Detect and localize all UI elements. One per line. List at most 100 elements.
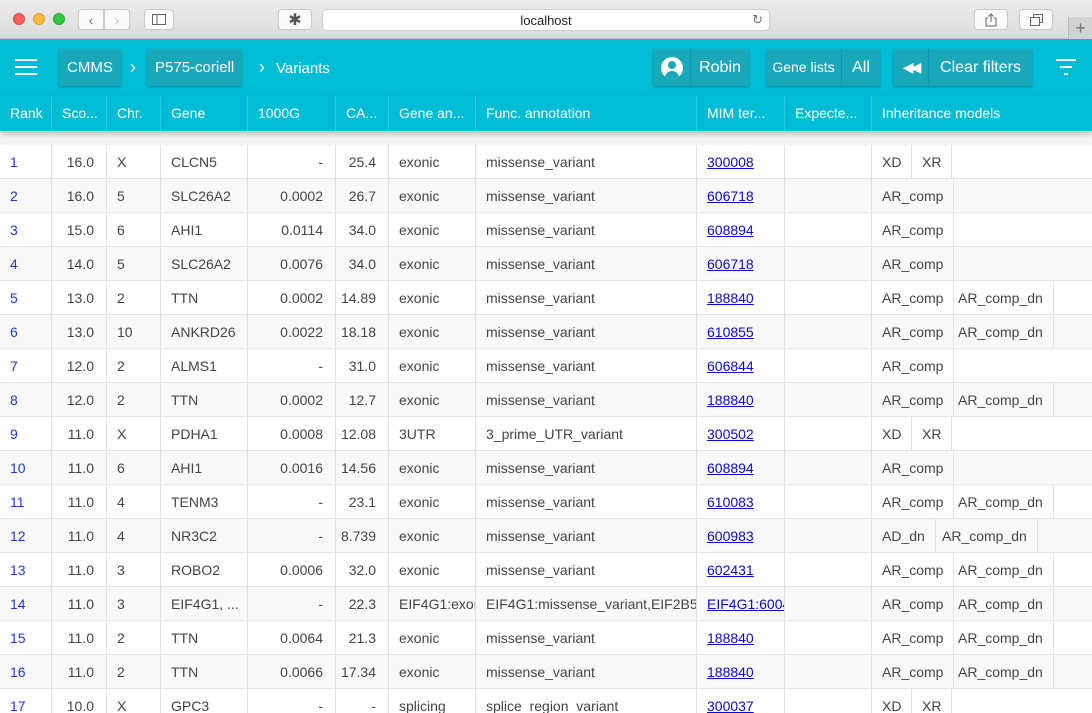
close-window-button[interactable] bbox=[13, 13, 25, 25]
breadcrumb-case[interactable]: P575-coriell bbox=[147, 49, 243, 86]
mim-link[interactable]: 300502 bbox=[707, 426, 754, 442]
chr-cell: X bbox=[107, 145, 161, 179]
gene-annotation-cell: exonic bbox=[389, 281, 476, 315]
column-header-inheritance[interactable]: Inheritance models bbox=[872, 96, 1092, 131]
column-header-rank[interactable]: Rank bbox=[0, 96, 52, 131]
chevron-left-icon: ‹ bbox=[88, 11, 94, 28]
share-button[interactable] bbox=[974, 9, 1008, 30]
mim-link[interactable]: 606718 bbox=[707, 256, 754, 272]
inheritance-cell: AR_comp AR_comp_dn bbox=[872, 485, 1092, 519]
new-tab-button[interactable]: + bbox=[1068, 17, 1092, 39]
chevron-right-icon: › bbox=[114, 11, 120, 28]
rank-cell[interactable]: 15 bbox=[0, 621, 52, 655]
zoom-window-button[interactable] bbox=[53, 13, 65, 25]
mim-link[interactable]: 606718 bbox=[707, 188, 754, 204]
mim-link[interactable]: 608894 bbox=[707, 460, 754, 476]
table-row[interactable]: 6 13.0 10 ANKRD26 0.0022 18.18 exonic missense_… bbox=[0, 315, 1092, 349]
rank-cell[interactable]: 1 bbox=[0, 145, 52, 179]
column-header-expected[interactable]: Expecte... bbox=[785, 96, 872, 131]
mim-link[interactable]: 300037 bbox=[707, 698, 754, 713]
table-row[interactable]: 7 12.0 2 ALMS1-31.0 exonic missense_variant 60… bbox=[0, 349, 1092, 383]
inheritance-model-tag: AR_comp bbox=[872, 315, 955, 349]
menu-icon[interactable] bbox=[12, 55, 40, 79]
frequency-1000g-cell: 0.0114 bbox=[248, 213, 336, 247]
column-header-chr[interactable]: Chr. bbox=[107, 96, 161, 131]
rank-cell[interactable]: 7 bbox=[0, 349, 52, 383]
inheritance-model-tag: XR bbox=[912, 417, 953, 451]
rank-cell[interactable]: 17 bbox=[0, 689, 52, 713]
column-header-cadd[interactable]: CA... bbox=[336, 96, 389, 131]
cadd-cell: 14.89 bbox=[336, 281, 389, 315]
mim-link[interactable]: 600983 bbox=[707, 528, 754, 544]
filter-icon[interactable] bbox=[1056, 59, 1076, 75]
minimize-window-button[interactable] bbox=[33, 13, 45, 25]
forward-button[interactable]: › bbox=[104, 9, 130, 30]
mim-link[interactable]: 188840 bbox=[707, 392, 754, 408]
table-row[interactable]: 4 14.0 5 SLC26A2 0.0076 34.0 exonic missense_va… bbox=[0, 247, 1092, 281]
table-row[interactable]: 14 11.0 3 EIF4G1, ... -22.3 EIF4G1:exon EIF4G1… bbox=[0, 587, 1092, 621]
tab-overview-button[interactable] bbox=[1019, 9, 1053, 30]
cadd-cell: 34.0 bbox=[336, 247, 389, 281]
table-row[interactable]: 5 13.0 2 TTN 0.0002 14.89 exonic missense_varia… bbox=[0, 281, 1092, 315]
table-row[interactable]: 16 11.0 2 TTN 0.0066 17.34 exonic missense_vari… bbox=[0, 655, 1092, 689]
table-row[interactable]: 1 16.0 X CLCN5-25.4 exonic missense_variant 30… bbox=[0, 145, 1092, 179]
mim-link[interactable]: 188840 bbox=[707, 630, 754, 646]
extension-button[interactable]: ✱ bbox=[278, 9, 312, 30]
table-row[interactable]: 11 11.0 4 TENM3-23.1 exonic missense_variant 6… bbox=[0, 485, 1092, 519]
rank-cell[interactable]: 10 bbox=[0, 451, 52, 485]
mim-link[interactable]: 602431 bbox=[707, 562, 754, 578]
rank-cell[interactable]: 5 bbox=[0, 281, 52, 315]
gene-annotation-cell: exonic bbox=[389, 213, 476, 247]
mim-link[interactable]: 610083 bbox=[707, 494, 754, 510]
rank-cell[interactable]: 6 bbox=[0, 315, 52, 349]
table-row[interactable]: 17 10.0 X GPC3- - splicing splice_region_varia… bbox=[0, 689, 1092, 713]
table-row[interactable]: 12 11.0 4 NR3C2-8.739 exonic missense_variant… bbox=[0, 519, 1092, 553]
rank-cell[interactable]: 9 bbox=[0, 417, 52, 451]
mim-link[interactable]: 188840 bbox=[707, 664, 754, 680]
column-header-1000g[interactable]: 1000G bbox=[248, 96, 336, 131]
mim-link[interactable]: 606844 bbox=[707, 358, 754, 374]
reload-icon[interactable]: ↻ bbox=[752, 12, 763, 28]
inheritance-cell: AR_comp bbox=[872, 451, 1092, 485]
sidebar-toggle-button[interactable] bbox=[144, 9, 174, 30]
rank-cell[interactable]: 8 bbox=[0, 383, 52, 417]
rank-cell[interactable]: 2 bbox=[0, 179, 52, 213]
mim-link[interactable]: 300008 bbox=[707, 154, 754, 170]
breadcrumb-cmms[interactable]: CMMS bbox=[59, 49, 121, 86]
table-row[interactable]: 8 12.0 2 TTN 0.0002 12.7 exonic missense_varian… bbox=[0, 383, 1092, 417]
mim-link[interactable]: EIF4G1:6004 bbox=[707, 596, 784, 612]
table-row[interactable]: 9 11.0 X PDHA1 0.0008 12.08 3UTR 3_prime_UTR_va… bbox=[0, 417, 1092, 451]
mim-link[interactable]: 608894 bbox=[707, 222, 754, 238]
inheritance-model-tag: AR_comp bbox=[872, 213, 955, 247]
column-header-mim-term[interactable]: MIM ter... bbox=[697, 96, 785, 131]
gene-lists-button[interactable]: Gene lists All bbox=[766, 49, 880, 86]
table-row[interactable]: 15 11.0 2 TTN 0.0064 21.3 exonic missense_varia… bbox=[0, 621, 1092, 655]
column-header-func-annotation[interactable]: Func. annotation bbox=[476, 96, 697, 131]
table-row[interactable]: 13 11.0 3 ROBO2 0.0006 32.0 exonic missense_var… bbox=[0, 553, 1092, 587]
func-annotation-cell: missense_variant bbox=[476, 553, 697, 587]
column-header-gene-annotation[interactable]: Gene an... bbox=[389, 96, 476, 131]
inheritance-cell: AR_comp AR_comp_dn bbox=[872, 383, 1092, 417]
rank-cell[interactable]: 4 bbox=[0, 247, 52, 281]
mim-link[interactable]: 188840 bbox=[707, 290, 754, 306]
table-row[interactable]: 2 16.0 5 SLC26A2 0.0002 26.7 exonic missense_va… bbox=[0, 179, 1092, 213]
clear-filters-button[interactable]: ◀◀ Clear filters bbox=[893, 49, 1032, 86]
column-header-gene[interactable]: Gene bbox=[161, 96, 248, 131]
gene-annotation-cell: exonic bbox=[389, 145, 476, 179]
rank-cell[interactable]: 11 bbox=[0, 485, 52, 519]
rank-cell[interactable]: 16 bbox=[0, 655, 52, 689]
mim-link[interactable]: 610855 bbox=[707, 324, 754, 340]
rank-cell[interactable]: 14 bbox=[0, 587, 52, 621]
address-bar[interactable]: localhost ↻ bbox=[322, 9, 770, 31]
user-menu-button[interactable]: Robin bbox=[653, 49, 749, 86]
func-annotation-cell: missense_variant bbox=[476, 451, 697, 485]
table-row[interactable]: 10 11.0 6 AHI1 0.0016 14.56 exonic missense_var… bbox=[0, 451, 1092, 485]
rank-cell[interactable]: 13 bbox=[0, 553, 52, 587]
back-button[interactable]: ‹ bbox=[78, 9, 104, 30]
gene-annotation-cell: exonic bbox=[389, 247, 476, 281]
rank-cell[interactable]: 12 bbox=[0, 519, 52, 553]
rank-cell[interactable]: 3 bbox=[0, 213, 52, 247]
column-header-score[interactable]: Sco... bbox=[52, 96, 107, 131]
chr-cell: X bbox=[107, 417, 161, 451]
table-row[interactable]: 3 15.0 6 AHI1 0.0114 34.0 exonic missense_varia… bbox=[0, 213, 1092, 247]
